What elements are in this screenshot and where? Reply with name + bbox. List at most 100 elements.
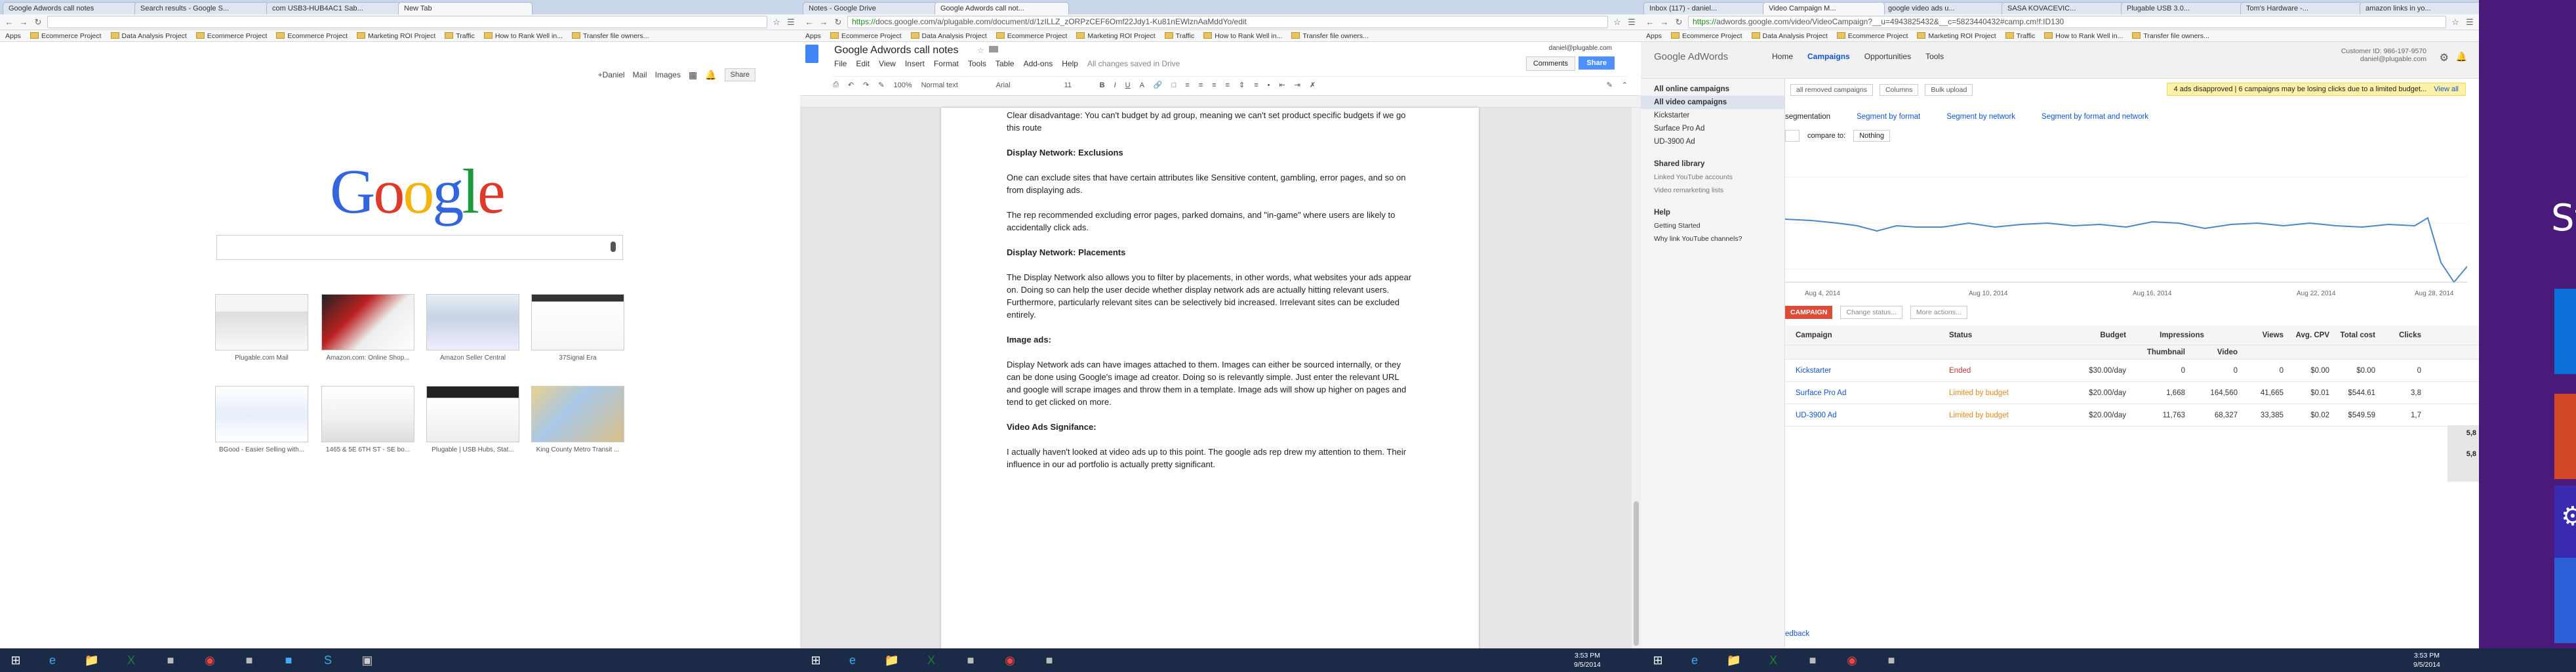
tab-google-video-ads[interactable]: google video ads u... [1882,2,2004,14]
numbered-list-icon[interactable]: ≡ [1254,81,1258,89]
most-visited-tile[interactable]: King County Metro Transit ... [531,386,624,459]
share-button[interactable]: Share [724,68,755,81]
share-button[interactable]: Share [1579,56,1615,70]
table-row[interactable]: Surface Pro Ad Limited by budget $20.00/… [1785,382,2479,404]
col-impressions[interactable]: Impressions [2126,331,2238,339]
bookmark-item[interactable]: How to Rank Well in... [1203,32,1282,40]
pencil-icon[interactable]: ✎ [1607,81,1613,89]
menu-insert[interactable]: Insert [905,59,925,68]
gear-icon[interactable]: ⚙ [2440,51,2449,64]
menu-file[interactable]: File [834,59,847,68]
table-row[interactable]: Kickstarter Ended $30.00/day 0 0 0 $0.00… [1785,360,2479,382]
file-explorer-icon[interactable]: 📁 [79,651,105,669]
tab-sasa[interactable]: SASA KOVACEVIC... [2002,2,2123,14]
app-icon[interactable]: ■ [275,651,302,669]
collapse-icon[interactable]: ⌃ [1622,81,1628,89]
system-clock[interactable]: 3:53 PM 9/5/2014 [1574,651,1601,669]
document-title[interactable]: Google Adwords call notes [834,45,958,56]
nav-home[interactable]: Home [1772,52,1793,61]
app-icon[interactable]: ■ [157,651,184,669]
reload-icon[interactable]: ↻ [1674,17,1684,28]
segment-by-format[interactable]: Segment by format [1857,113,1920,121]
system-clock[interactable]: 3:53 PM 9/5/2014 [2413,651,2440,669]
paint-format-icon[interactable]: ✎ [878,81,884,89]
chrome-icon[interactable]: ◉ [1839,651,1865,669]
ie-icon[interactable]: e [839,651,866,669]
campaign-name-link[interactable]: Kickstarter [1785,367,1949,375]
most-visited-tile[interactable]: 1465 & 5E 6TH ST - SE bo... [321,386,414,459]
address-bar[interactable]: https://docs.google.com/a/plugable.com/d… [847,16,1608,28]
mail-link[interactable]: Mail [633,70,647,79]
indent-more-icon[interactable]: ⇥ [1295,81,1300,89]
user-link[interactable]: +Daniel [598,70,625,79]
forward-icon[interactable]: → [18,17,29,28]
star-icon[interactable]: ☆ [1612,17,1622,28]
bookmark-item[interactable]: Transfer file owners... [1291,32,1369,40]
bookmark-item[interactable]: Transfer file owners... [572,32,649,40]
redo-icon[interactable]: ↷ [863,81,869,89]
start-tile[interactable] [2554,289,2576,374]
italic-icon[interactable]: I [1114,81,1116,89]
text-color-icon[interactable]: A [1140,81,1144,89]
new-campaign-button[interactable]: CAMPAIGN [1785,306,1833,319]
address-bar[interactable]: https://adwords.google.com/video/VideoCa… [1688,16,2446,28]
notifications-icon[interactable]: 🔔 [2456,51,2467,62]
bookmark-item[interactable]: Marketing ROI Project [1917,32,1996,40]
back-icon[interactable]: ← [1645,17,1655,28]
tab-plugable-usb[interactable]: Plugable USB 3.0... [2121,2,2243,14]
bookmark-item[interactable]: Traffic [445,32,475,40]
document-page[interactable]: Clear disadvantage: You can't budget by … [941,108,1479,648]
nav-campaigns[interactable]: Campaigns [1807,52,1850,61]
menu-tools[interactable]: Tools [968,59,986,68]
align-left-icon[interactable]: ≡ [1185,81,1189,89]
link-icon[interactable]: 🔗 [1154,81,1163,89]
menu-icon[interactable]: ☰ [2465,17,2475,28]
bookmark-item[interactable]: Ecommerce Project [1671,32,1742,40]
sidebar-help-item[interactable]: Why link YouTube channels? [1641,232,1784,245]
terminal-icon[interactable]: ▣ [354,651,380,669]
bookmark-item[interactable]: Ecommerce Project [276,32,348,40]
user-email[interactable]: daniel@plugable.com [1549,45,1612,52]
sidebar-campaign[interactable]: Kickstarter [1641,109,1784,122]
align-right-icon[interactable]: ≡ [1212,81,1216,89]
tab-adwords-notes[interactable]: Google Adwords call notes [3,2,137,14]
col-budget[interactable]: Budget [2080,331,2126,339]
bookmark-item[interactable]: Ecommerce Project [996,32,1068,40]
line-spacing-icon[interactable]: ⇕ [1239,81,1245,89]
excel-icon[interactable]: X [918,651,944,669]
bookmark-item[interactable]: Ecommerce Project [1837,32,1908,40]
bookmark-apps[interactable]: Apps [805,32,821,40]
star-icon[interactable]: ☆ [771,17,782,28]
campaign-name-link[interactable]: Surface Pro Ad [1785,389,1949,397]
col-total-cost[interactable]: Total cost [2329,331,2375,339]
bookmark-item[interactable]: Marketing ROI Project [357,32,435,40]
tab-new-tab[interactable]: New Tab [398,2,533,14]
col-clicks[interactable]: Clicks [2375,331,2421,339]
bulleted-list-icon[interactable]: • [1268,81,1270,89]
microphone-icon[interactable] [611,242,616,252]
start-tile[interactable] [2554,394,2576,479]
clear-format-icon[interactable]: ✗ [1310,81,1316,89]
tab-amazon-links[interactable]: amazon links in yo... [2360,2,2479,14]
tab-search-results[interactable]: Search results - Google S... [134,2,269,14]
app-icon[interactable]: ■ [1036,651,1062,669]
bookmark-item[interactable]: Marketing ROI Project [1076,32,1155,40]
app-icon[interactable]: ■ [1800,651,1826,669]
bold-icon[interactable]: B [1100,81,1105,89]
segment-format-network[interactable]: Segment by format and network [2042,113,2148,121]
excel-icon[interactable]: X [1760,651,1786,669]
menu-addons[interactable]: Add-ons [1024,59,1053,68]
feedback-link[interactable]: edback [1785,630,1809,638]
sidebar-shared-item[interactable]: Linked YouTube accounts [1641,171,1784,184]
docs-logo-icon[interactable] [805,45,818,63]
most-visited-tile[interactable]: Plugable | USB Hubs, Stat... [426,386,519,459]
start-tile[interactable] [2554,558,2576,643]
zoom-select[interactable]: 100% [893,81,912,89]
filter-dropdown[interactable]: all removed campaigns [1790,84,1873,96]
font-select[interactable]: Arial [996,81,1055,89]
folder-icon[interactable] [989,46,998,52]
images-link[interactable]: Images [655,70,681,79]
bookmark-apps[interactable]: Apps [1646,32,1662,40]
ie-icon[interactable]: e [1681,651,1708,669]
skype-icon[interactable]: S [315,651,341,669]
